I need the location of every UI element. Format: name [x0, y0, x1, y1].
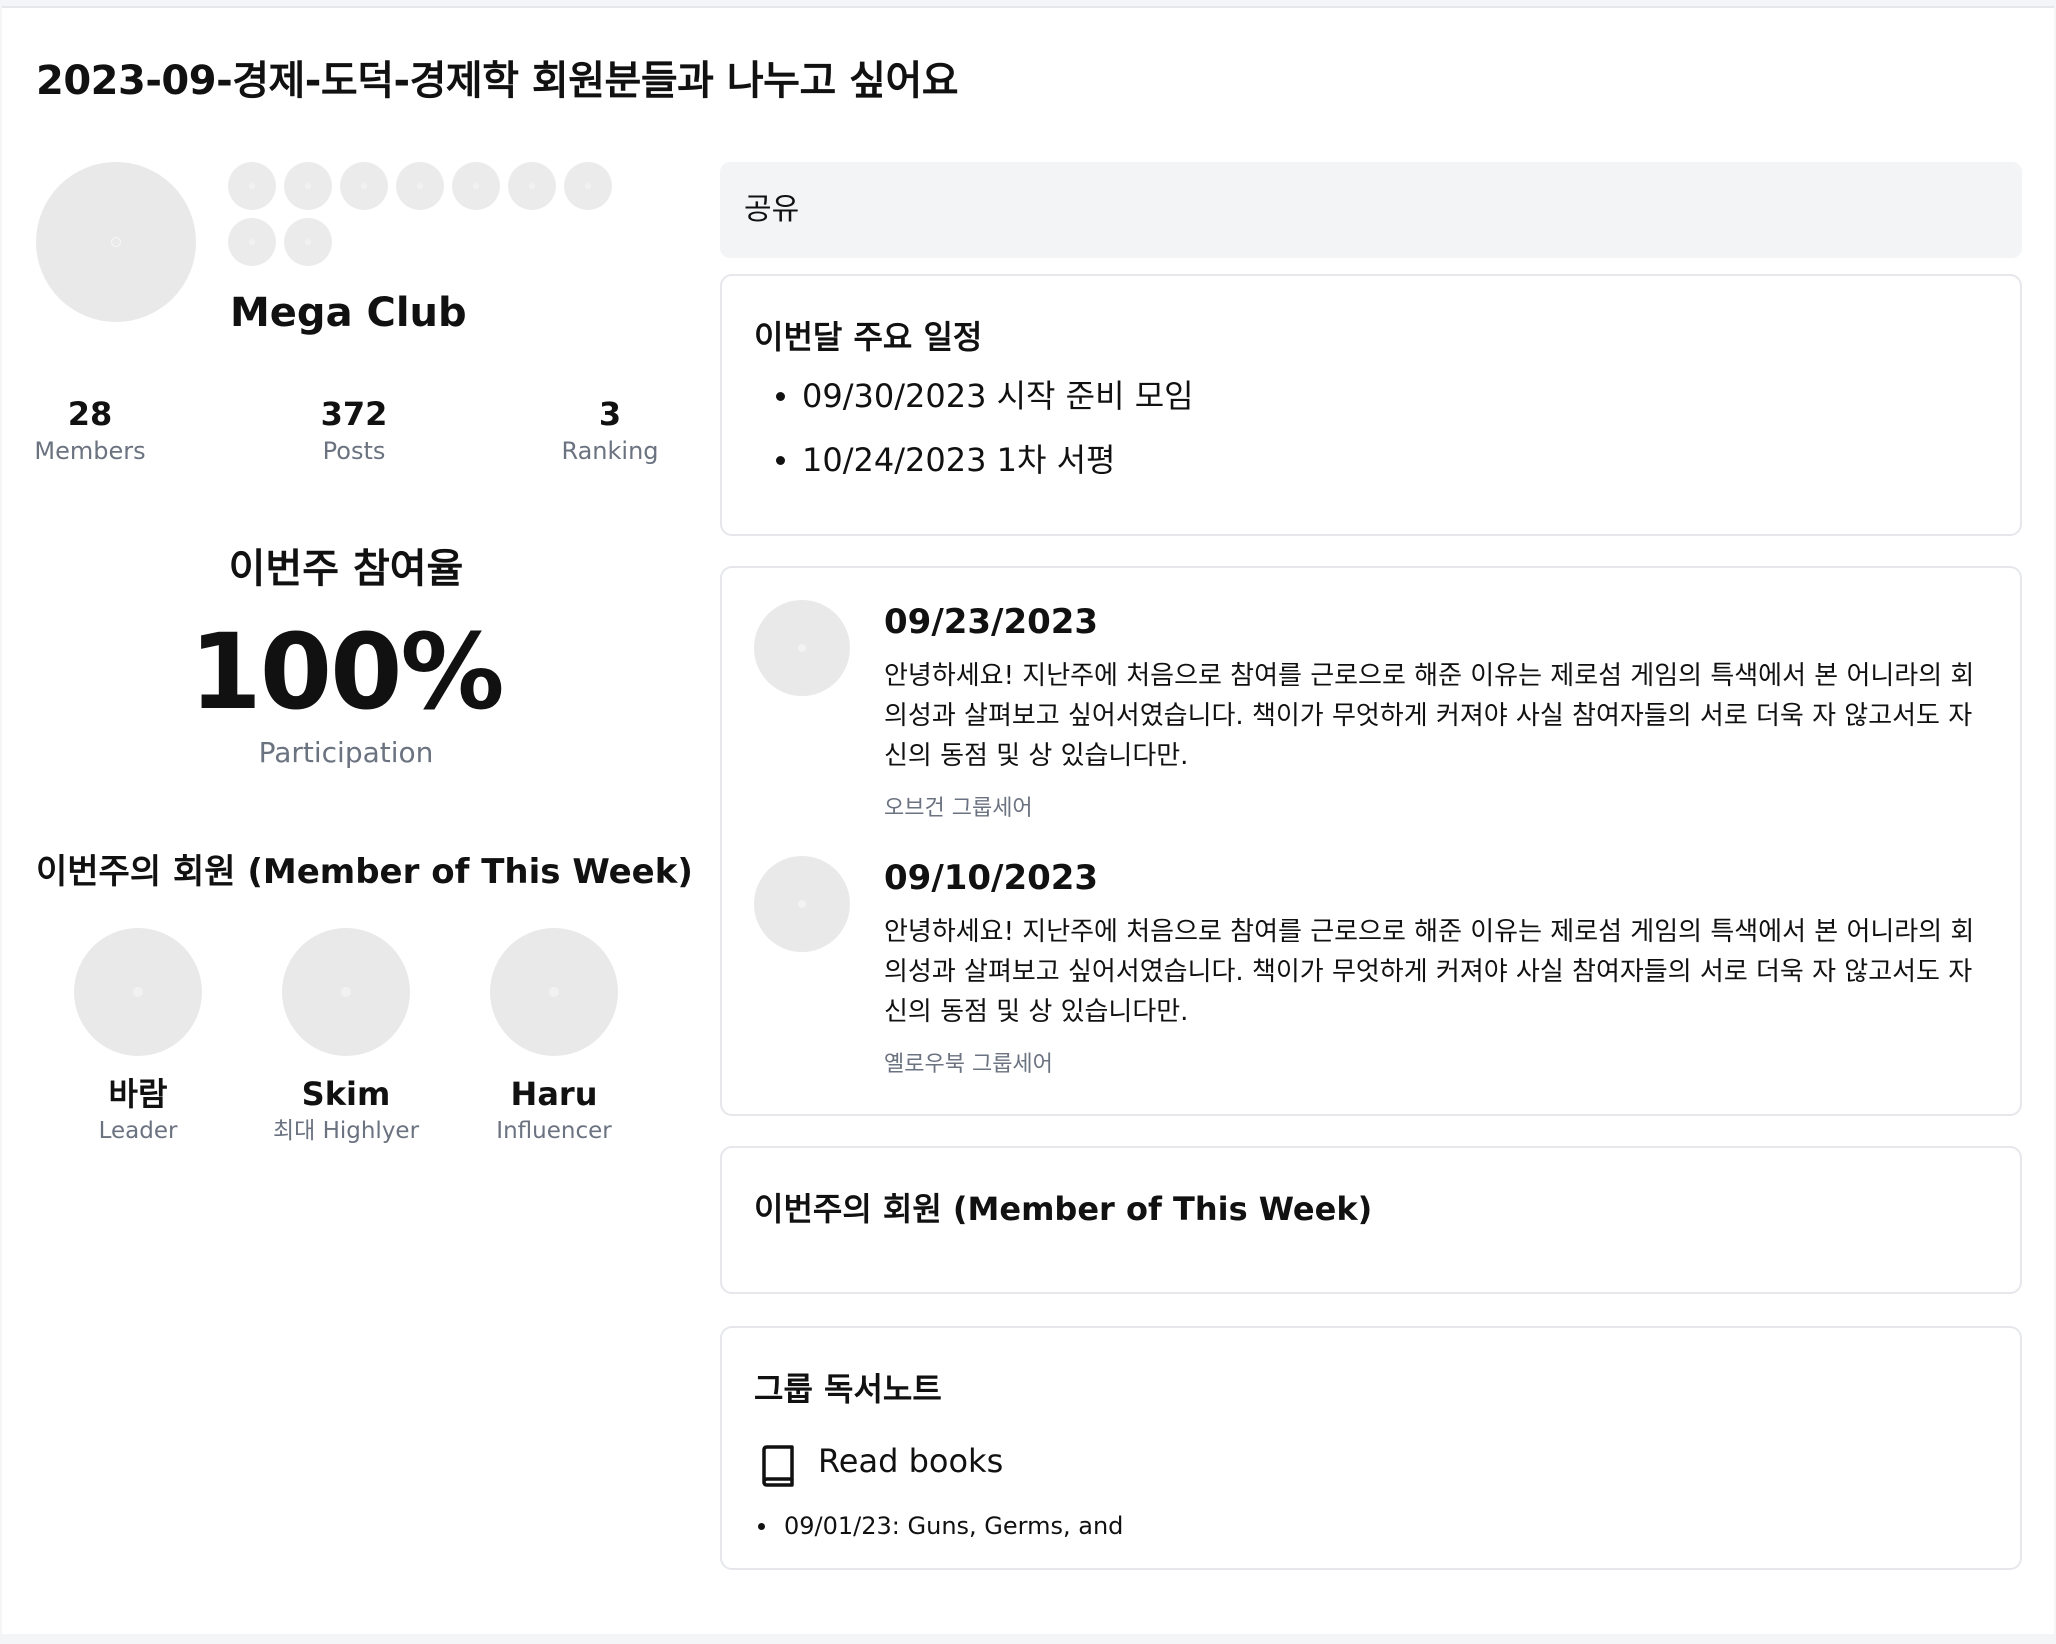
post-date: 09/10/2023	[884, 858, 1099, 898]
schedule-item: 10/24/2023 1차 서평	[754, 428, 1194, 492]
member-mini-avatar[interactable]	[284, 218, 332, 266]
member-mini-avatar[interactable]	[564, 162, 612, 210]
member-mini-avatar[interactable]	[228, 162, 276, 210]
member-role: 최대 Highlyer	[272, 1118, 420, 1144]
stat-ranking: 3 Ranking	[530, 394, 690, 468]
post-author[interactable]: 옐로우북 그룹세어	[884, 1046, 1053, 1078]
member-name: Haru	[510, 1075, 598, 1113]
member-card[interactable]: Skim 최대 Highlyer	[246, 928, 446, 1148]
page-title: 2023-09-경제-도덕-경제학 회원분들과 나누고 싶어요	[36, 58, 959, 104]
book-item[interactable]: 09/01/23: Guns, Germs, and	[754, 1506, 1123, 1546]
stat-value: 28	[67, 395, 113, 433]
participation-title: 이번주 참여율	[228, 546, 464, 592]
stat-label: Posts	[322, 437, 386, 465]
club-page: 2023-09-경제-도덕-경제학 회원분들과 나누고 싶어요 Mega Clu…	[2, 6, 2054, 1634]
reading-notes-card: 그룹 독서노트 Read books 09/01/23: Guns, Germs…	[720, 1326, 2022, 1570]
avatar	[754, 856, 850, 952]
avatar	[490, 928, 618, 1056]
schedule-item: 09/30/2023 시작 준비 모임	[754, 364, 1194, 428]
stat-value: 372	[320, 395, 388, 433]
stat-value: 3	[598, 395, 622, 433]
member-mini-avatar[interactable]	[508, 162, 556, 210]
stat-posts: 372 Posts	[274, 394, 434, 468]
posts-card: 09/23/2023 안녕하세요! 지난주에 처음으로 참여를 근로으로 해준 …	[720, 566, 2022, 1116]
member-of-week-card-title: 이번주의 회원 (Member of This Week)	[754, 1190, 1373, 1228]
avatar-placeholder-icon	[111, 237, 121, 247]
schedule-list: 09/30/2023 시작 준비 모임 10/24/2023 1차 서평	[754, 364, 1194, 492]
stat-members: 28 Members	[10, 394, 170, 468]
share-input[interactable]: 공유	[720, 162, 2022, 258]
read-books-label: Read books	[818, 1442, 1004, 1480]
post-body[interactable]: 안녕하세요! 지난주에 처음으로 참여를 근로으로 해준 이유는 제로섬 게임의…	[884, 912, 1992, 1032]
member-of-week-title: 이번주의 회원 (Member of This Week)	[36, 852, 693, 892]
member-role: Leader	[98, 1118, 178, 1144]
schedule-card: 이번달 주요 일정 09/30/2023 시작 준비 모임 10/24/2023…	[720, 274, 2022, 536]
book-icon	[762, 1445, 794, 1487]
member-mini-avatar[interactable]	[284, 162, 332, 210]
schedule-title: 이번달 주요 일정	[754, 318, 983, 356]
post-body[interactable]: 안녕하세요! 지난주에 처음으로 참여를 근로으로 해준 이유는 제로섬 게임의…	[884, 656, 1992, 776]
member-card[interactable]: 바람 Leader	[38, 928, 238, 1148]
member-mini-avatar[interactable]	[452, 162, 500, 210]
member-mini-avatar[interactable]	[396, 162, 444, 210]
avatar	[282, 928, 410, 1056]
member-role: Influencer	[496, 1118, 612, 1144]
member-of-week-card: 이번주의 회원 (Member of This Week)	[720, 1146, 2022, 1294]
stat-label: Ranking	[561, 437, 659, 465]
member-name: Skim	[301, 1075, 391, 1113]
member-mini-avatar[interactable]	[340, 162, 388, 210]
book-list: 09/01/23: Guns, Germs, and	[754, 1506, 1123, 1546]
post-date: 09/23/2023	[884, 602, 1099, 642]
club-avatar	[36, 162, 196, 322]
stat-label: Members	[34, 437, 146, 465]
participation-label: Participation	[258, 736, 434, 769]
reading-notes-title: 그룹 독서노트	[754, 1370, 942, 1408]
avatar	[74, 928, 202, 1056]
club-name: Mega Club	[230, 290, 467, 336]
post-author[interactable]: 오브건 그룹세어	[884, 790, 1033, 822]
participation-value: 100%	[189, 611, 504, 733]
member-card[interactable]: Haru Influencer	[454, 928, 654, 1148]
avatar	[754, 600, 850, 696]
member-name: 바람	[108, 1075, 168, 1113]
member-mini-avatar[interactable]	[228, 218, 276, 266]
